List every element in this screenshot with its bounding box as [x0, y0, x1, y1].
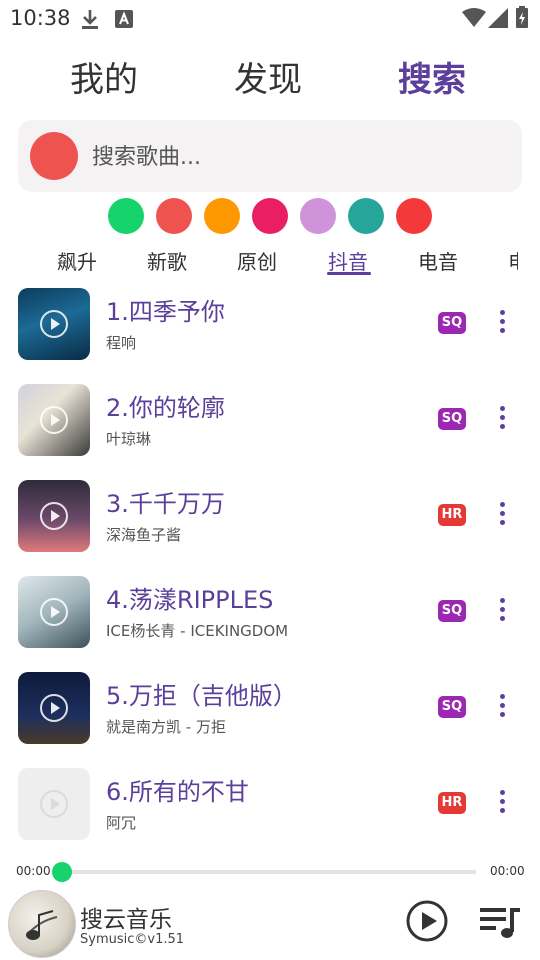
progress-track[interactable]: [62, 870, 476, 874]
song-row[interactable]: 1.四季予你 程响 SQ: [0, 288, 540, 360]
status-bar: 10:38: [0, 0, 540, 38]
more-options-icon[interactable]: [494, 598, 510, 626]
more-options-icon[interactable]: [494, 694, 510, 722]
song-row[interactable]: 3.千千万万 深海鱼子酱 HR: [0, 480, 540, 552]
song-artist: 程响: [106, 334, 137, 352]
play-icon: [40, 598, 68, 626]
color-swatch[interactable]: [396, 198, 432, 234]
song-artist: 阿冗: [106, 814, 137, 832]
wifi-icon: [462, 8, 486, 27]
quality-badge: SQ: [438, 312, 466, 334]
search-input[interactable]: [90, 140, 494, 174]
category-tab-original[interactable]: 原创: [237, 246, 277, 275]
song-row[interactable]: 6.所有的不甘 阿冗 HR: [0, 768, 540, 840]
song-artist: ICE杨长青 - ICEKINGDOM: [106, 622, 289, 640]
song-cover[interactable]: [18, 768, 90, 840]
signal-icon: [488, 8, 508, 28]
player-bar: 搜云音乐 Symusic©v1.51: [0, 886, 540, 960]
progress-row: 00:00 00:00: [0, 860, 540, 884]
song-row[interactable]: 2.你的轮廓 叶琼琳 SQ: [0, 384, 540, 456]
quality-badge: HR: [438, 504, 466, 526]
color-swatch[interactable]: [252, 198, 288, 234]
play-icon: [40, 502, 68, 530]
more-options-icon[interactable]: [494, 790, 510, 818]
quality-badge: SQ: [438, 600, 466, 622]
status-time: 10:38: [10, 6, 71, 30]
song-title: 2.你的轮廓: [106, 394, 225, 422]
color-swatch[interactable]: [348, 198, 384, 234]
text-a-icon: [115, 10, 133, 28]
total-time: 00:00: [490, 864, 525, 878]
song-cover[interactable]: [18, 480, 90, 552]
playlist-queue-icon[interactable]: [478, 904, 522, 940]
player-title: 搜云音乐: [80, 907, 172, 933]
now-playing-cover[interactable]: [8, 890, 76, 958]
play-icon: [40, 790, 68, 818]
more-options-icon[interactable]: [494, 502, 510, 530]
category-tab-electronic[interactable]: 电音: [418, 246, 458, 275]
tab-search[interactable]: 搜索: [398, 52, 466, 101]
category-tab-douyin[interactable]: 抖音: [328, 246, 368, 275]
play-icon: [40, 310, 68, 338]
song-row[interactable]: 5.万拒（吉他版） 就是南方凯 - 万拒 SQ: [0, 672, 540, 744]
song-row[interactable]: 4.荡漾RIPPLES ICE杨长青 - ICEKINGDOM SQ: [0, 576, 540, 648]
song-cover[interactable]: [18, 288, 90, 360]
song-title: 3.千千万万: [106, 490, 225, 518]
song-cover[interactable]: [18, 384, 90, 456]
play-icon: [40, 406, 68, 434]
song-title: 5.万拒（吉他版）: [106, 682, 297, 710]
song-title: 6.所有的不甘: [106, 778, 249, 806]
tab-mine[interactable]: 我的: [70, 52, 138, 101]
search-box: [18, 120, 522, 192]
play-pause-button[interactable]: [406, 900, 448, 942]
song-cover[interactable]: [18, 672, 90, 744]
quality-badge: SQ: [438, 696, 466, 718]
song-artist: 深海鱼子酱: [106, 526, 182, 544]
song-title: 4.荡漾RIPPLES: [106, 586, 274, 614]
tab-discover[interactable]: 发现: [234, 52, 302, 101]
search-avatar[interactable]: [30, 132, 78, 180]
color-swatch[interactable]: [156, 198, 192, 234]
player-subtitle: Symusic©v1.51: [80, 932, 185, 947]
category-tab-bar: 飙升 新歌 原创 抖音 电音 电: [0, 244, 518, 280]
color-swatch[interactable]: [300, 198, 336, 234]
elapsed-time: 00:00: [16, 864, 51, 878]
music-note-icon: [26, 910, 58, 940]
song-artist: 就是南方凯 - 万拒: [106, 718, 226, 736]
quality-badge: HR: [438, 792, 466, 814]
song-cover[interactable]: [18, 576, 90, 648]
play-icon: [40, 694, 68, 722]
battery-icon: [516, 6, 528, 28]
more-options-icon[interactable]: [494, 310, 510, 338]
category-tab-more[interactable]: 电: [508, 246, 518, 275]
category-tab-indicator: [327, 272, 371, 275]
progress-thumb[interactable]: [52, 862, 72, 882]
song-title: 1.四季予你: [106, 298, 225, 326]
color-swatch[interactable]: [108, 198, 144, 234]
quality-badge: SQ: [438, 408, 466, 430]
category-tab-new[interactable]: 新歌: [147, 246, 187, 275]
download-icon: [82, 10, 98, 29]
more-options-icon[interactable]: [494, 406, 510, 434]
color-swatch[interactable]: [204, 198, 240, 234]
song-artist: 叶琼琳: [106, 430, 152, 448]
top-tab-bar: 我的 发现 搜索: [0, 52, 540, 108]
category-tab-soaring[interactable]: 飙升: [57, 246, 97, 275]
